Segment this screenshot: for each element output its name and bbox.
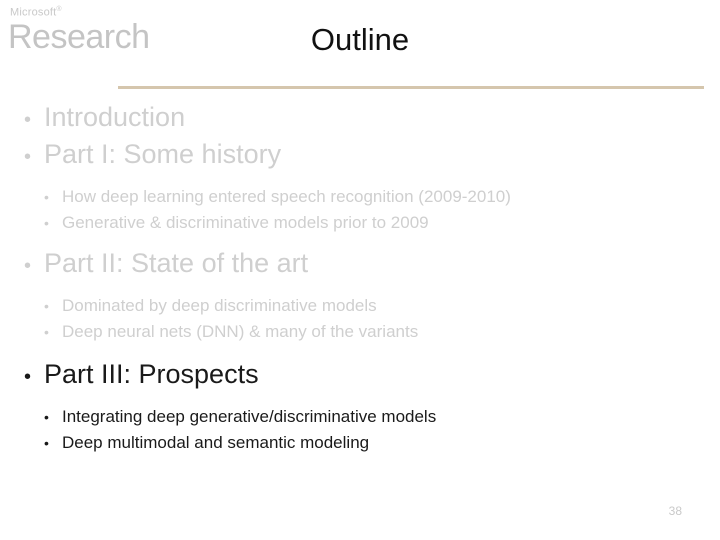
outline-item: • Introduction bbox=[14, 100, 714, 137]
bullet-icon: • bbox=[24, 255, 32, 277]
outline-list: • Introduction • Part I: Some history • … bbox=[14, 100, 714, 456]
outline-item-label: Introduction bbox=[44, 102, 186, 132]
outline-item: • Part III: Prospects bbox=[14, 357, 714, 394]
bullet-icon: • bbox=[24, 366, 32, 388]
outline-subitem: • How deep learning entered speech recog… bbox=[14, 184, 714, 210]
outline-subitem-label: Integrating deep generative/discriminati… bbox=[62, 407, 437, 426]
slide-title: Outline bbox=[310, 22, 410, 57]
bullet-icon: • bbox=[44, 215, 49, 231]
outline-item-label: Part III: Prospects bbox=[44, 359, 259, 389]
logo-microsoft-text: Microsoft® bbox=[10, 6, 62, 19]
page-number: 38 bbox=[668, 504, 682, 518]
bullet-icon: • bbox=[44, 189, 49, 205]
outline-item: • Part I: Some history bbox=[14, 137, 714, 174]
bullet-icon: • bbox=[24, 109, 32, 131]
outline-subitem: • Integrating deep generative/discrimina… bbox=[14, 404, 714, 430]
outline-subitem-label: Deep neural nets (DNN) & many of the var… bbox=[62, 322, 419, 341]
outline-item-label: Part II: State of the art bbox=[44, 248, 309, 278]
bullet-icon: • bbox=[44, 298, 49, 314]
outline-subitem: • Deep multimodal and semantic modeling bbox=[14, 430, 714, 456]
registered-trademark-icon: ® bbox=[56, 6, 62, 13]
slide: Microsoft® Research Outline • Introducti… bbox=[0, 0, 720, 540]
outline-subitem: • Deep neural nets (DNN) & many of the v… bbox=[14, 319, 714, 345]
outline-subitem-label: Dominated by deep discriminative models bbox=[62, 296, 377, 315]
outline-item: • Part II: State of the art bbox=[14, 246, 714, 283]
bullet-icon: • bbox=[44, 409, 49, 425]
outline-subitem-label: Deep multimodal and semantic modeling bbox=[62, 433, 370, 452]
outline-subitem-label: How deep learning entered speech recogni… bbox=[62, 187, 511, 206]
title-divider bbox=[118, 86, 704, 89]
bullet-icon: • bbox=[44, 435, 49, 451]
bullet-icon: • bbox=[44, 324, 49, 340]
outline-subitem-label: Generative & discriminative models prior… bbox=[62, 213, 429, 232]
outline-subitem: • Dominated by deep discriminative model… bbox=[14, 293, 714, 319]
outline-subitem: • Generative & discriminative models pri… bbox=[14, 210, 714, 236]
bullet-icon: • bbox=[24, 146, 32, 168]
outline-item-label: Part I: Some history bbox=[44, 139, 282, 169]
outline-level1-list: • Introduction • Part I: Some history • … bbox=[14, 100, 714, 456]
